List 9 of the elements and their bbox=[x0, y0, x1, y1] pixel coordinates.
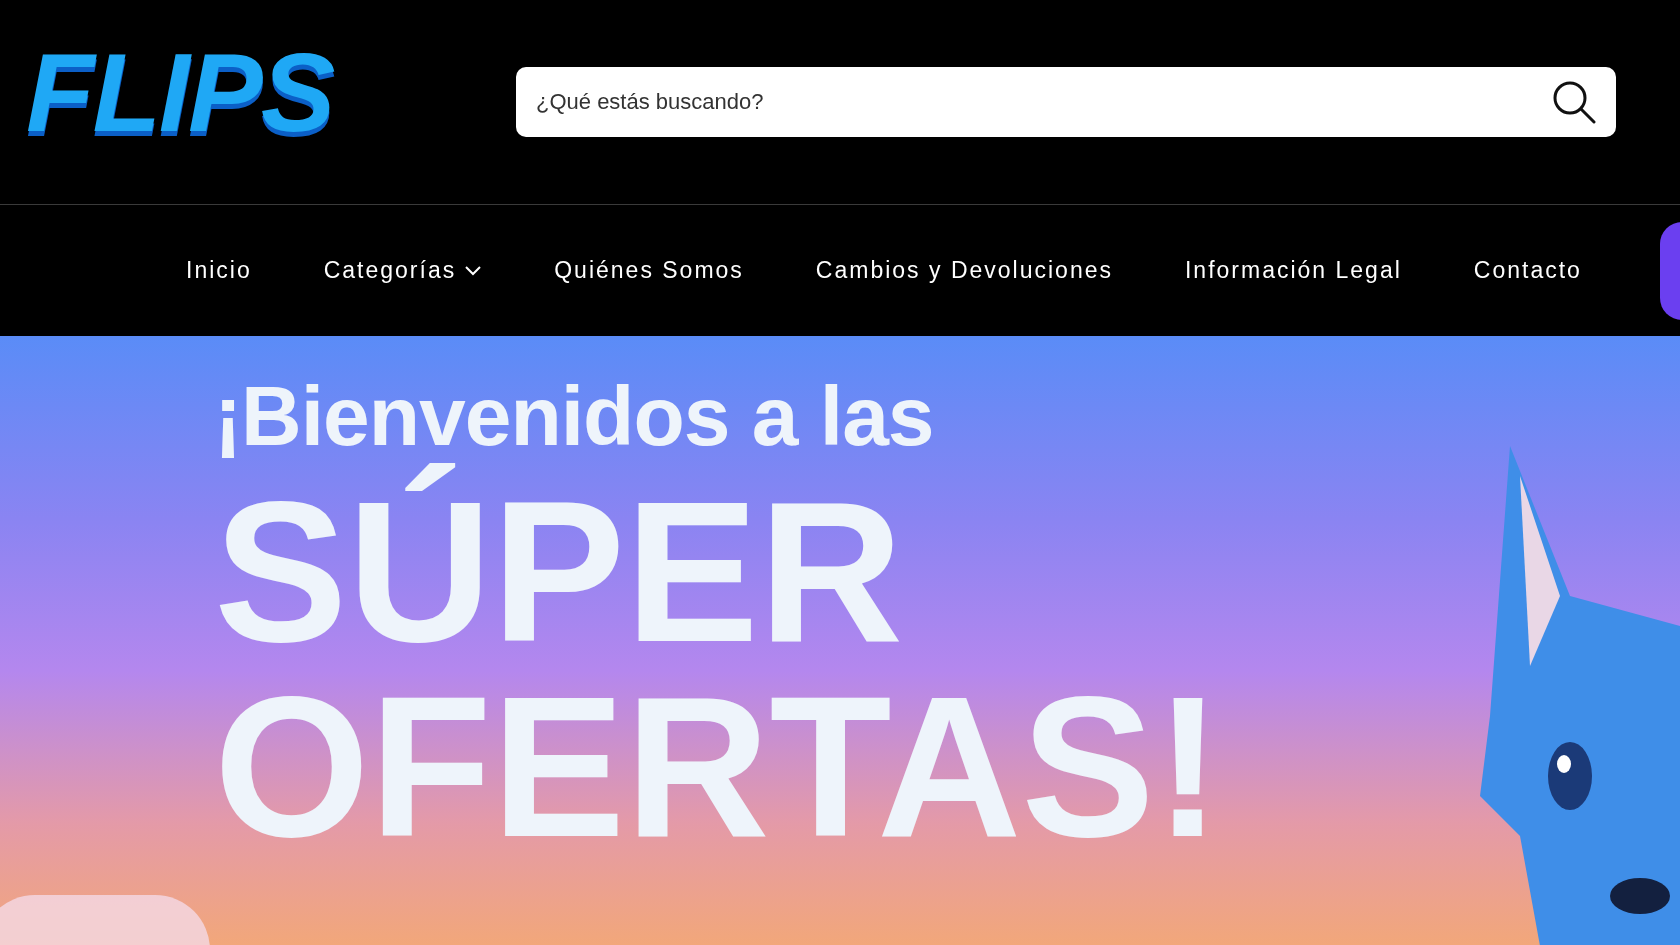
search-icon[interactable] bbox=[1552, 80, 1596, 124]
nav-link[interactable]: Contacto bbox=[1473, 253, 1582, 288]
logo[interactable]: FLIPS bbox=[26, 37, 516, 149]
nav-link[interactable]: Cambios y Devoluciones bbox=[815, 253, 1113, 288]
nav-link[interactable]: Inicio bbox=[186, 253, 252, 288]
nav-link[interactable]: Información Legal bbox=[1185, 253, 1402, 288]
nav-link[interactable]: Categorías bbox=[323, 253, 483, 288]
nav-link[interactable]: Quiénes Somos bbox=[554, 253, 744, 288]
chevron-down-icon bbox=[464, 264, 483, 277]
